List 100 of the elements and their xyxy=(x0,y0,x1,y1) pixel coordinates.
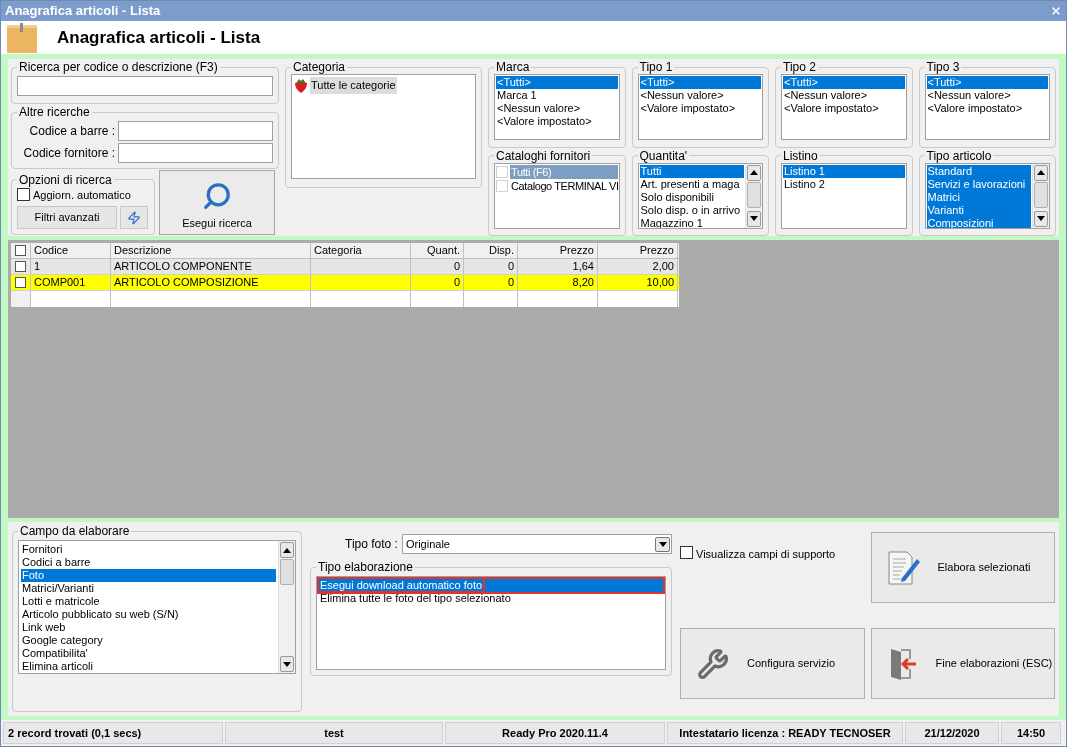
quick-filter-button[interactable] xyxy=(120,206,148,229)
list-item[interactable]: Foto xyxy=(21,569,276,582)
category-tree[interactable]: Tutte le categorie xyxy=(291,74,476,179)
input-field[interactable] xyxy=(118,143,273,163)
list-item[interactable]: Tutti xyxy=(639,164,744,178)
list-item[interactable]: <Nessun valore> xyxy=(783,89,905,102)
table-cell: COMP001 xyxy=(31,275,111,290)
search-field[interactable] xyxy=(17,76,273,96)
list-box[interactable]: <Tutti> <Nessun valore> <Valore impostato> xyxy=(781,74,907,140)
status-field: Intestatario licenza : READY TECNOSER xyxy=(667,722,903,744)
status-field: 2 record trovati (0,1 secs) xyxy=(3,722,223,744)
table-cell: 0 xyxy=(411,275,464,290)
list-item[interactable]: Elimina tutte le foto del tipo selezionato xyxy=(319,592,663,605)
table-row[interactable]: 1 ARTICOLO COMPONENTE 0 0 1,64 2,00 xyxy=(11,259,679,275)
column-header[interactable]: Descrizione xyxy=(111,243,311,258)
list-item[interactable]: <Tutti> xyxy=(496,76,618,89)
scrollbar[interactable] xyxy=(1032,163,1049,228)
close-icon[interactable] xyxy=(1050,5,1062,17)
list-item[interactable]: <Tutti> xyxy=(639,76,761,89)
column-header[interactable]: Prezzo xyxy=(518,243,598,258)
advanced-filters-button[interactable]: Filtri avanzati xyxy=(17,206,117,229)
status-field: 21/12/2020 xyxy=(905,722,999,744)
column-header[interactable]: Categoria xyxy=(311,243,411,258)
action-button[interactable]: Elabora selezionati xyxy=(870,532,1055,603)
list-item[interactable]: <Valore impostato> xyxy=(926,102,1048,115)
table-row[interactable]: COMP001 ARTICOLO COMPOSIZIONE 0 0 8,20 10,00 xyxy=(11,275,679,291)
list-item[interactable]: Solo disponibili xyxy=(639,190,744,204)
list-item[interactable]: <Tutti> xyxy=(926,76,1048,89)
list-item[interactable]: Esegui download automatico foto xyxy=(319,579,663,592)
list-item[interactable]: <Valore impostato> xyxy=(783,102,905,115)
list-item[interactable]: <Nessun valore> xyxy=(926,89,1048,102)
list-box[interactable]: <Tutti> Marca 1 <Nessun valore> <Valore impostato> xyxy=(494,74,620,140)
list-item[interactable]: Articolo pubblicato su web (S/N) xyxy=(21,608,276,621)
list-box[interactable]: Listino 1 Listino 2 xyxy=(781,162,907,229)
list-item[interactable]: Link web xyxy=(21,621,276,634)
group-label: Quantita' xyxy=(638,148,689,163)
list-item[interactable]: Matrici/Varianti xyxy=(21,582,276,595)
group-label: Tipo 3 xyxy=(925,60,961,74)
list-item[interactable]: Art. presenti a maga xyxy=(639,177,744,191)
list-item[interactable]: <Nessun valore> xyxy=(639,89,761,102)
page-title: Anagrafica articoli - Lista xyxy=(57,26,261,49)
list-item[interactable]: Marca 1 xyxy=(496,89,618,102)
checkbox[interactable] xyxy=(17,188,30,202)
list-item[interactable]: <Valore impostato> xyxy=(639,102,761,115)
box-icon xyxy=(7,22,37,53)
list-box[interactable]: Tutti (F6) Catalogo TERMINAL VI xyxy=(494,162,620,229)
table-cell: 1,64 xyxy=(518,259,598,274)
list-item[interactable]: <Nessun valore> xyxy=(496,102,618,115)
list-item[interactable]: <Valore impostato> xyxy=(496,115,618,128)
window-title: Anagrafica articoli - Lista xyxy=(5,3,161,19)
scrollbar[interactable] xyxy=(745,163,762,228)
list-item[interactable]: Standard xyxy=(926,164,1031,178)
search-button[interactable]: Esegui ricerca xyxy=(159,170,275,235)
group-label: Campo da elaborare xyxy=(19,524,131,538)
column-header[interactable]: Codice xyxy=(31,243,111,258)
strawberry-icon xyxy=(294,77,308,93)
checkbox[interactable] xyxy=(15,277,26,288)
list-item[interactable]: <Tutti> xyxy=(783,76,905,89)
table-cell: 0 xyxy=(464,259,518,274)
wrench-icon xyxy=(697,647,729,680)
checkbox[interactable] xyxy=(15,261,26,272)
group-label: Opzioni di ricerca xyxy=(18,172,113,187)
table-cell: 8,20 xyxy=(518,275,598,290)
group-label: Tipo 2 xyxy=(782,60,817,74)
list-item[interactable]: Codici a barre xyxy=(21,556,276,569)
table-cell: 10,00 xyxy=(598,275,678,290)
list-item[interactable]: Lotti e matricole xyxy=(21,595,276,608)
group-label: Tipo 1 xyxy=(638,60,674,74)
list-box[interactable]: <Tutti> <Nessun valore> <Valore impostato> xyxy=(637,74,763,140)
list-item[interactable]: Catalogo TERMINAL VI xyxy=(510,178,619,193)
action-button[interactable]: Fine elaborazioni (ESC) xyxy=(870,628,1055,699)
list-item[interactable]: Solo disp. o in arrivo xyxy=(639,203,744,217)
scrollbar[interactable] xyxy=(278,541,295,673)
list-box[interactable]: <Tutti> <Nessun valore> <Valore impostato> xyxy=(924,74,1050,140)
table-cell: 0 xyxy=(411,259,464,274)
checkbox[interactable] xyxy=(680,546,693,559)
list-item[interactable]: Compatibilita' xyxy=(21,647,276,660)
column-header[interactable]: Quant. xyxy=(411,243,464,258)
list-item[interactable]: Listino 1 xyxy=(783,164,905,178)
column-header[interactable]: Prezzo xyxy=(598,243,678,258)
group-label: Listino xyxy=(782,148,819,163)
status-field: Ready Pro 2020.11.4 xyxy=(445,722,665,744)
status-field: test xyxy=(225,722,443,744)
field-label: Tipo foto : xyxy=(345,536,398,553)
status-field: 14:50 xyxy=(1001,722,1061,744)
document-pencil-icon xyxy=(887,550,920,585)
list-box[interactable]: Esegui download automatico foto Elimina tutte le foto del tipo selezionato xyxy=(316,576,666,670)
checkbox[interactable] xyxy=(15,245,26,256)
list-item[interactable]: Fornitori xyxy=(21,543,276,556)
list-item[interactable]: Google category xyxy=(21,634,276,647)
dropdown-caret-icon xyxy=(655,536,670,552)
list-item[interactable]: Elimina articoli xyxy=(21,660,276,673)
photo-type-dropdown[interactable]: Originale xyxy=(401,534,672,554)
list-item[interactable]: Listino 2 xyxy=(783,177,905,191)
list-box[interactable]: Fornitori Codici a barre Foto Matrici/Varianti Lotti e matricole Articolo pubblicato su web (S/N) Link web Google category Compatibilita' Elimina articoli xyxy=(18,540,296,674)
action-button[interactable]: Configura servizio xyxy=(680,628,865,699)
group-label: Ricerca per codice o descrizione (F3) xyxy=(18,60,219,74)
column-header[interactable]: Disp. xyxy=(464,243,518,258)
tree-item[interactable]: Tutte le categorie xyxy=(310,77,397,94)
input-field[interactable] xyxy=(118,121,273,141)
